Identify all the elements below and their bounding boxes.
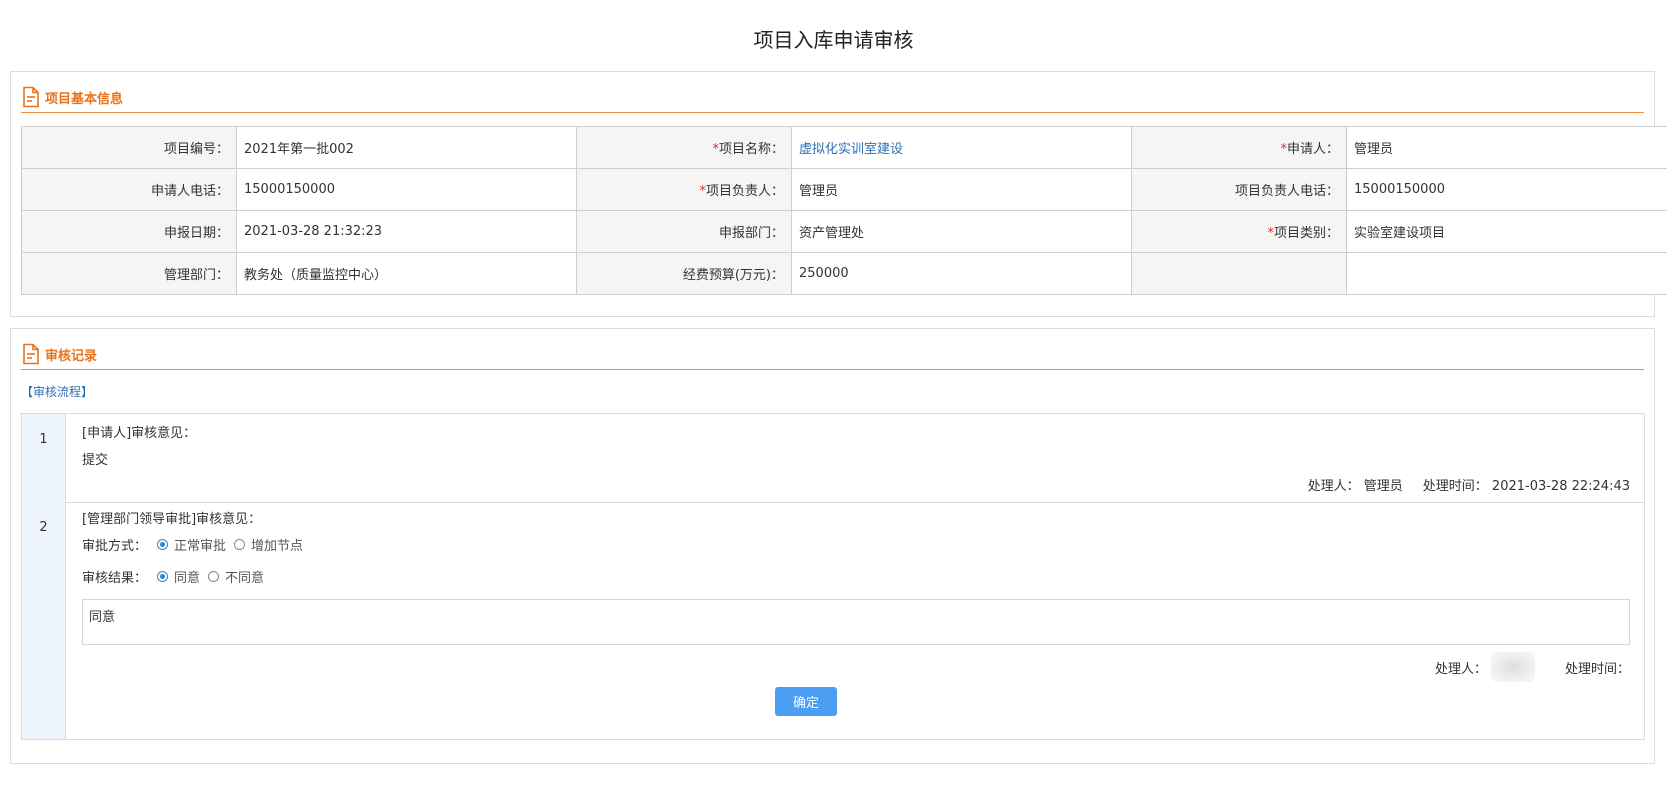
table-row: 申请人电话： 15000150000 *项目负责人： 管理员 项目负责人电话： …	[21, 168, 1667, 211]
field-value: 实验室建设项目	[1346, 210, 1667, 253]
step-meta: 处理人： 处理时间：	[1435, 652, 1630, 682]
audit-records-header: 审核记录	[21, 339, 1644, 370]
project-info-header: 项目基本信息	[21, 82, 1644, 113]
radio-checked-icon	[157, 571, 169, 582]
table-row: 管理部门： 教务处（质量监控中心） 经费预算(万元)： 250000	[21, 252, 1667, 295]
field-value: 管理员	[1346, 126, 1667, 169]
section-title: 审核记录	[45, 348, 98, 364]
approval-method-label: 审批方式：	[82, 539, 148, 554]
handler-info: 处理人：	[1435, 652, 1535, 682]
page-title: 项目入库申请审核	[753, 28, 914, 52]
opinion-textarea[interactable]: 同意	[82, 599, 1630, 645]
document-icon	[23, 86, 39, 108]
step-heading: [管理部门领导审批]审核意见：	[82, 512, 262, 527]
project-info-panel: 项目基本信息 项目编号： 2021年第一批002 *项目名称： 虚拟化实训室建设…	[10, 71, 1667, 317]
field-value: 管理员	[791, 168, 1132, 211]
step-heading: [申请人]审核意见：	[82, 426, 197, 441]
time-info: 处理时间：	[1564, 661, 1630, 677]
audit-steps: 1 [申请人]审核意见： 提交 处理人： 管理员 处理时间： 2021-03-2…	[21, 413, 1645, 740]
field-label: *项目负责人：	[576, 168, 792, 211]
approval-method-row: 审批方式： 正常审批 增加节点	[82, 535, 311, 554]
field-label: 管理部门：	[21, 252, 237, 295]
section-title: 项目基本信息	[45, 91, 124, 107]
field-label: 申报日期：	[21, 210, 237, 253]
step-number: 1	[22, 414, 66, 502]
field-label: *项目名称：	[576, 126, 792, 169]
audit-result-label: 审核结果：	[82, 571, 148, 586]
field-label: *项目类别：	[1131, 210, 1347, 253]
method-add-node-radio[interactable]: 增加节点	[234, 535, 303, 554]
result-disagree-radio[interactable]: 不同意	[208, 567, 264, 586]
document-icon	[23, 343, 39, 365]
field-label: 项目负责人电话：	[1131, 168, 1347, 211]
blurred-handler-name	[1490, 652, 1535, 682]
field-value: 15000150000	[1346, 168, 1667, 211]
result-agree-radio[interactable]: 同意	[157, 567, 200, 586]
field-label: 申请人电话：	[21, 168, 237, 211]
audit-flow-link[interactable]: 【审核流程】	[21, 383, 93, 400]
audit-records-panel: 审核记录 【审核流程】 1 [申请人]审核意见： 提交 处理人： 管理员 处理时…	[10, 328, 1655, 764]
step-number: 2	[22, 502, 66, 739]
confirm-button[interactable]: 确定	[775, 687, 837, 716]
audit-result-row: 审核结果： 同意 不同意	[82, 567, 272, 586]
step-body: [管理部门领导审批]审核意见： 审批方式： 正常审批 增加节点 审核结果： 同意…	[82, 502, 1630, 739]
step-meta: 处理人： 管理员 处理时间： 2021-03-28 22:24:43	[1308, 475, 1630, 494]
field-value: 2021年第一批002	[236, 126, 577, 169]
method-normal-radio[interactable]: 正常审批	[157, 535, 226, 554]
field-label: *申请人：	[1131, 126, 1347, 169]
field-value: 资产管理处	[791, 210, 1132, 253]
empty-cell	[1131, 252, 1347, 295]
radio-unchecked-icon	[208, 571, 220, 582]
field-label: 申报部门：	[576, 210, 792, 253]
radio-unchecked-icon	[234, 539, 246, 550]
field-value: 教务处（质量监控中心）	[236, 252, 577, 295]
field-value: 15000150000	[236, 168, 577, 211]
step-opinion: 提交	[82, 453, 109, 468]
step-body: [申请人]审核意见： 提交 处理人： 管理员 处理时间： 2021-03-28 …	[82, 414, 1630, 502]
audit-step: 1 [申请人]审核意见： 提交 处理人： 管理员 处理时间： 2021-03-2…	[22, 414, 1644, 503]
empty-cell	[1346, 252, 1667, 295]
radio-checked-icon	[157, 539, 169, 550]
handler-info: 处理人： 管理员	[1307, 479, 1403, 494]
project-name-link[interactable]: 虚拟化实训室建设	[791, 126, 1132, 169]
time-info: 处理时间： 2021-03-28 22:24:43	[1422, 479, 1630, 494]
project-info-table: 项目编号： 2021年第一批002 *项目名称： 虚拟化实训室建设 *申请人： …	[21, 126, 1667, 295]
table-row: 申报日期： 2021-03-28 21:32:23 申报部门： 资产管理处 *项…	[21, 210, 1667, 253]
table-row: 项目编号： 2021年第一批002 *项目名称： 虚拟化实训室建设 *申请人： …	[21, 126, 1667, 169]
field-value: 2021-03-28 21:32:23	[236, 210, 577, 253]
field-label: 项目编号：	[21, 126, 237, 169]
field-label: 经费预算(万元)：	[576, 252, 792, 295]
audit-step: 2 [管理部门领导审批]审核意见： 审批方式： 正常审批 增加节点 审核结果： …	[22, 502, 1644, 739]
field-value: 250000	[791, 252, 1132, 295]
